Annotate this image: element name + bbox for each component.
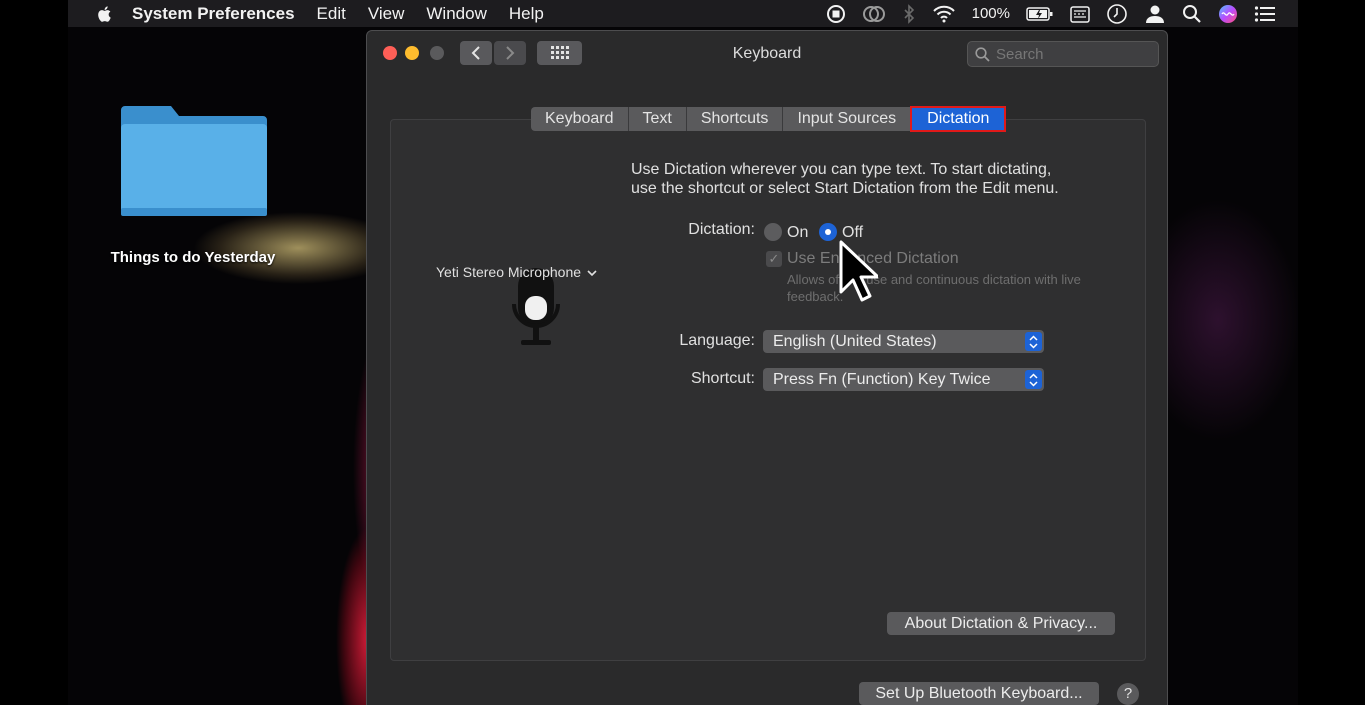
tab-bar: Keyboard Text Shortcuts Input Sources Di… [531,107,1005,131]
screen: System Preferences Edit View Window Help… [0,0,1365,705]
menu-edit[interactable]: Edit [306,0,357,27]
user-icon[interactable] [1144,4,1166,24]
microphone-name: Yeti Stereo Microphone [436,264,581,280]
wifi-icon[interactable] [932,5,956,23]
menu-app-name[interactable]: System Preferences [132,0,306,27]
dictation-on-label[interactable]: On [787,224,808,242]
menu-view[interactable]: View [357,0,416,27]
cloud-sync-icon[interactable] [862,5,886,23]
updown-arrows-icon [1025,332,1042,351]
menu-window[interactable]: Window [415,0,497,27]
microphone-icon [511,268,561,348]
dictation-on-radio[interactable] [764,223,782,241]
search-input[interactable] [996,46,1146,63]
enhanced-dictation-description: Allows offline use and continuous dictat… [787,271,1107,305]
tab-text[interactable]: Text [629,107,687,131]
search-icon [975,47,990,62]
enhanced-dictation-checkbox[interactable]: ✓ [766,251,782,267]
language-dropdown[interactable]: English (United States) [763,330,1044,353]
about-dictation-privacy-button[interactable]: About Dictation & Privacy... [887,612,1115,635]
tab-dictation[interactable]: Dictation [911,107,1005,131]
updown-arrows-icon [1025,370,1042,389]
language-label: Language: [600,332,755,350]
description-line-1: Use Dictation wherever you can type text… [631,160,1101,179]
menu-bar: System Preferences Edit View Window Help… [68,0,1298,27]
microphone-selector[interactable]: Yeti Stereo Microphone [436,264,606,280]
help-button[interactable]: ? [1117,683,1139,705]
search-field[interactable] [967,41,1159,67]
dictation-label: Dictation: [600,221,755,239]
bluetooth-icon[interactable] [902,4,916,24]
chevron-down-icon [587,269,597,277]
tab-shortcuts[interactable]: Shortcuts [687,107,784,131]
description-line-2: use the shortcut or select Start Dictati… [631,179,1101,198]
spotlight-search-icon[interactable] [1182,4,1202,24]
dictation-description: Use Dictation wherever you can type text… [631,160,1101,198]
record-icon[interactable] [826,4,846,24]
folder-icon[interactable] [121,100,269,220]
tab-input-sources[interactable]: Input Sources [783,107,911,131]
input-menu-icon[interactable] [1070,4,1090,24]
tab-keyboard[interactable]: Keyboard [531,107,629,131]
apple-menu-icon[interactable] [92,4,118,24]
dictation-off-radio[interactable] [819,223,837,241]
status-area: 100% [826,0,1276,27]
shortcut-label: Shortcut: [600,370,755,388]
mouse-pointer-icon [838,240,878,304]
battery-icon[interactable] [1026,6,1054,22]
battery-percent: 100% [972,5,1010,22]
language-value: English (United States) [773,333,937,350]
notification-center-icon[interactable] [1254,5,1276,23]
shortcut-value: Press Fn (Function) Key Twice [773,371,991,388]
setup-bluetooth-keyboard-button[interactable]: Set Up Bluetooth Keyboard... [859,682,1099,705]
title-bar[interactable]: Keyboard [367,31,1167,77]
siri-icon[interactable] [1218,4,1238,24]
shortcut-dropdown[interactable]: Press Fn (Function) Key Twice [763,368,1044,391]
clock-icon[interactable] [1106,3,1128,25]
menu-help[interactable]: Help [498,0,555,27]
folder-label[interactable]: Things to do Yesterday [95,249,291,266]
